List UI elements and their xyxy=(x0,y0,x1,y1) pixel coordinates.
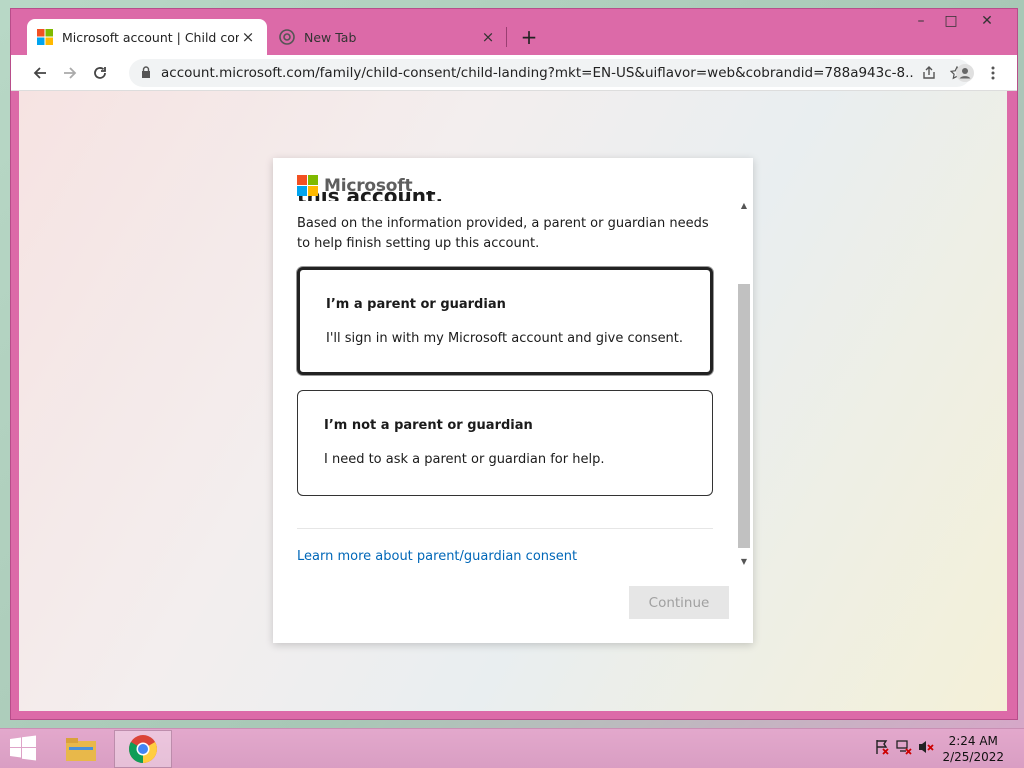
microsoft-brand: Microsoft xyxy=(297,175,413,196)
option-title: I’m not a parent or guardian xyxy=(324,418,533,433)
clock-time: 2:24 AM xyxy=(948,734,998,748)
chrome-icon xyxy=(279,29,295,45)
browser-window: Microsoft account | Child consent × New … xyxy=(10,8,1018,720)
dialog-scrollbar[interactable]: ▲ ▼ xyxy=(737,198,751,570)
scroll-down-icon[interactable]: ▼ xyxy=(737,554,751,568)
microsoft-logo-icon xyxy=(37,29,53,45)
continue-button[interactable]: Continue xyxy=(629,586,729,619)
intro-text: Based on the information provided, a par… xyxy=(297,216,709,251)
menu-kebab-icon[interactable] xyxy=(979,59,1007,87)
windows-start-icon[interactable] xyxy=(8,735,40,763)
brand-wordmark: Microsoft xyxy=(324,175,413,196)
scroll-up-icon[interactable]: ▲ xyxy=(737,198,751,212)
network-icon[interactable] xyxy=(896,739,912,759)
tab-title: Microsoft account | Child consent xyxy=(62,29,239,45)
page-viewport: this account. Microsoft Based on the inf… xyxy=(19,91,1007,711)
learn-more-link[interactable]: Learn more about parent/guardian consent xyxy=(297,549,577,564)
maximize-button[interactable]: □ xyxy=(935,11,967,31)
profile-icon[interactable] xyxy=(951,59,979,87)
share-icon[interactable] xyxy=(915,59,943,87)
close-tab-icon[interactable]: × xyxy=(479,28,497,46)
microsoft-logo-icon xyxy=(297,175,318,196)
minimize-button[interactable]: – xyxy=(905,11,937,31)
option-not-parent-guardian[interactable]: I’m not a parent or guardian I need to a… xyxy=(297,390,713,496)
tab-title: New Tab xyxy=(304,29,357,45)
clock-date: 2/25/2022 xyxy=(942,750,1004,764)
consent-dialog: this account. Microsoft Based on the inf… xyxy=(273,158,753,643)
clock[interactable]: 2:24 AM 2/25/2022 xyxy=(942,733,1004,765)
address-bar[interactable]: account.microsoft.com/family/child-conse… xyxy=(129,59,971,87)
back-icon[interactable] xyxy=(25,58,55,88)
tab-microsoft-account[interactable]: Microsoft account | Child consent × xyxy=(27,19,267,55)
taskbar: 2:24 AM 2/25/2022 xyxy=(0,728,1024,768)
tab-separator xyxy=(506,27,507,47)
system-tray xyxy=(874,739,934,759)
scroll-thumb[interactable] xyxy=(738,284,750,548)
volume-muted-icon[interactable] xyxy=(918,739,934,759)
option-title: I’m a parent or guardian xyxy=(326,297,506,312)
tab-new-tab[interactable]: New Tab × xyxy=(269,19,507,55)
option-parent-guardian[interactable]: I’m a parent or guardian I'll sign in wi… xyxy=(297,267,713,375)
url-text: account.microsoft.com/family/child-conse… xyxy=(161,65,915,81)
file-explorer-icon[interactable] xyxy=(52,730,110,768)
browser-toolbar: account.microsoft.com/family/child-conse… xyxy=(11,55,1017,91)
option-description: I need to ask a parent or guardian for h… xyxy=(324,452,605,467)
forward-icon[interactable] xyxy=(55,58,85,88)
reload-icon[interactable] xyxy=(85,58,115,88)
divider xyxy=(297,528,713,529)
tab-strip: Microsoft account | Child consent × New … xyxy=(11,9,1017,55)
close-window-button[interactable]: ✕ xyxy=(971,11,1003,31)
option-description: I'll sign in with my Microsoft account a… xyxy=(326,331,684,346)
new-tab-button[interactable]: + xyxy=(517,25,541,49)
chrome-taskbar-icon[interactable] xyxy=(114,730,172,768)
lock-icon xyxy=(141,65,151,81)
action-center-flag-icon[interactable] xyxy=(874,739,890,759)
close-tab-icon[interactable]: × xyxy=(239,28,257,46)
